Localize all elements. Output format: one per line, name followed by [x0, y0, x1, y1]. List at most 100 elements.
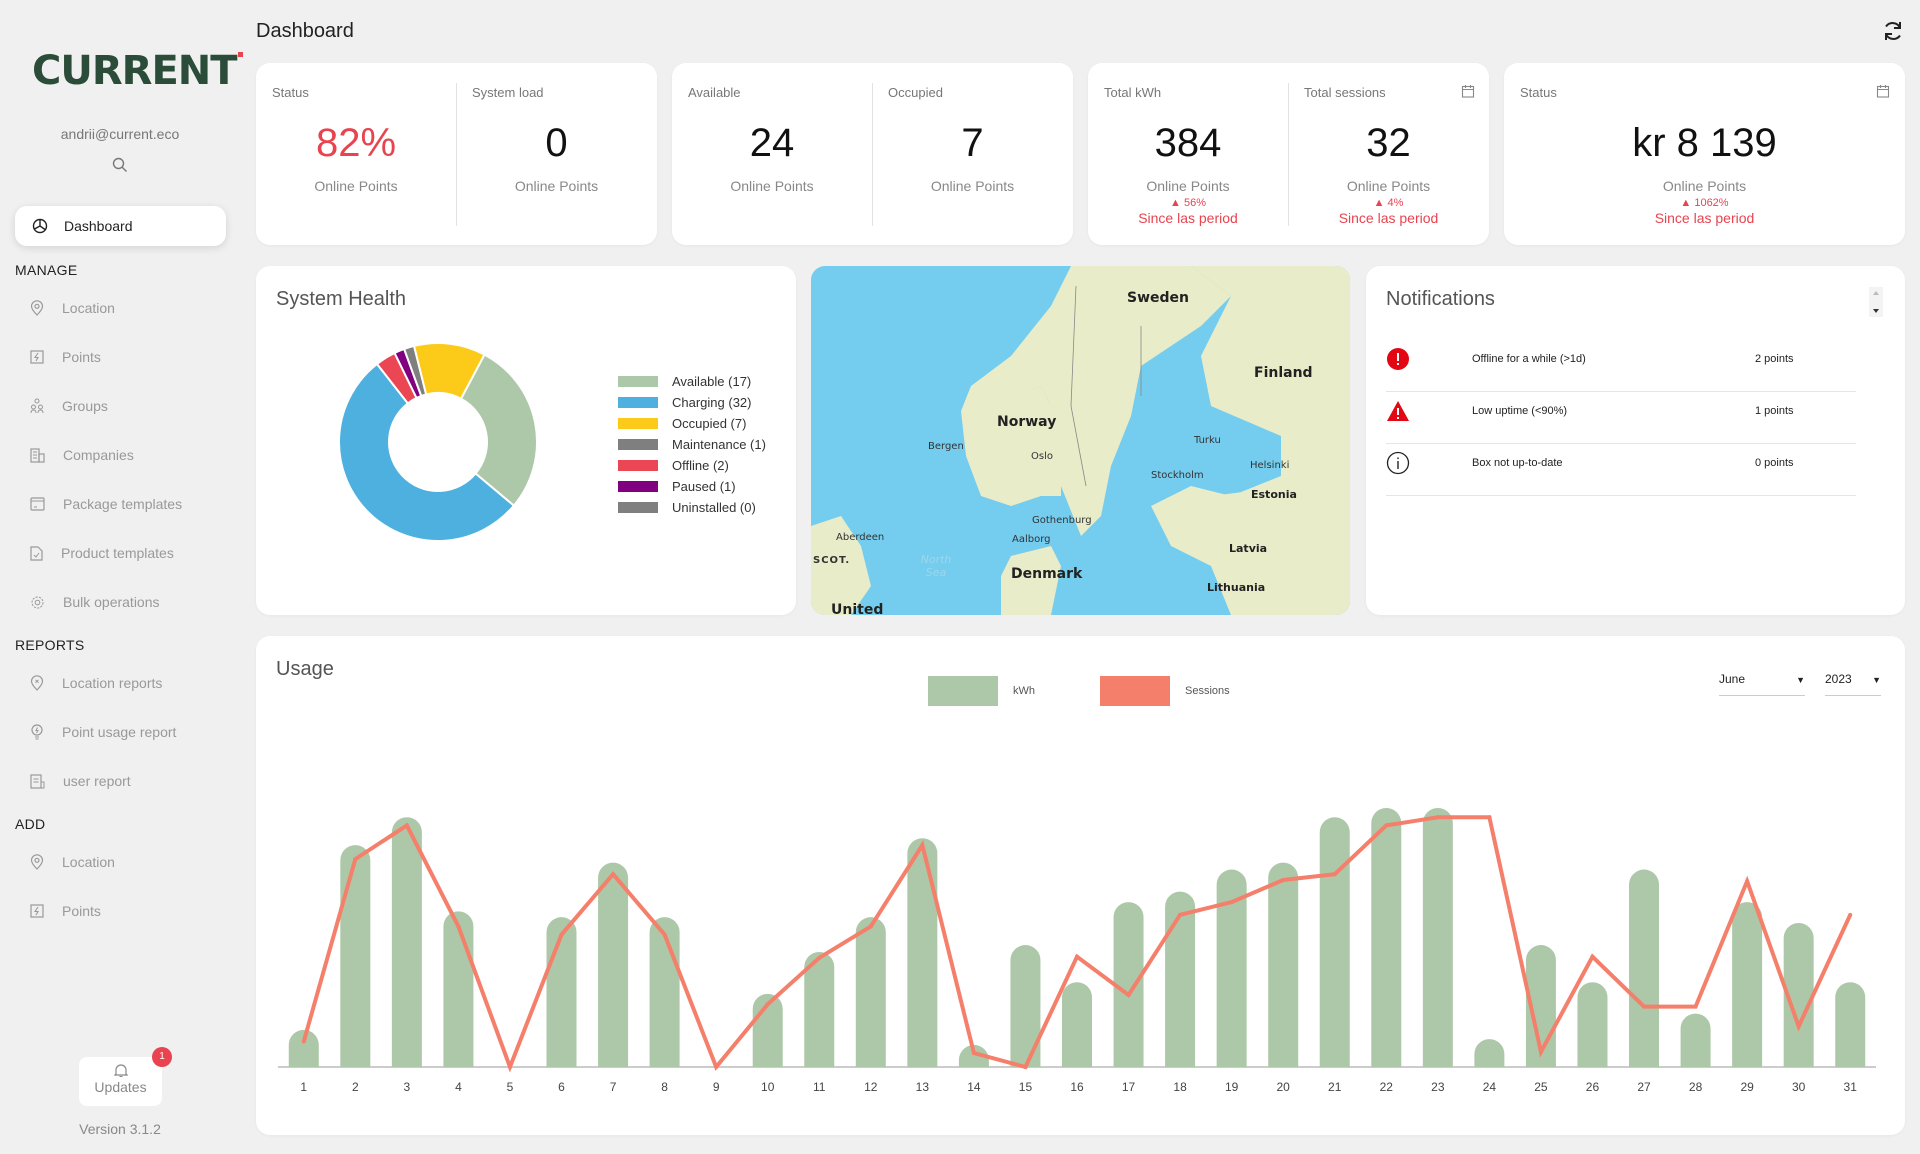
bar-kwh[interactable]: [1474, 1039, 1505, 1067]
bar-kwh[interactable]: [907, 838, 938, 1067]
section-add: ADD: [15, 816, 46, 832]
bar-kwh[interactable]: [1113, 902, 1144, 1067]
sidebar-item-point-usage-report[interactable]: Point usage report: [30, 720, 176, 744]
stat-sub: Online Points: [1662, 178, 1747, 194]
point-sessions[interactable]: [559, 932, 564, 937]
point-sessions[interactable]: [920, 843, 925, 848]
legend-item[interactable]: Paused (1): [618, 478, 736, 494]
point-sessions[interactable]: [1693, 1004, 1698, 1009]
year-select[interactable]: 2023 ▼: [1825, 672, 1881, 696]
month-select[interactable]: June ▼: [1719, 672, 1805, 696]
legend-item[interactable]: Offline (2): [618, 457, 729, 473]
point-sessions[interactable]: [662, 932, 667, 937]
bar-kwh[interactable]: [855, 917, 886, 1067]
legend-item[interactable]: Available (17): [618, 373, 751, 389]
bar-kwh[interactable]: [340, 845, 371, 1067]
sidebar-item-groups[interactable]: Groups: [30, 394, 108, 418]
sidebar-item-add-location[interactable]: Location: [30, 850, 115, 874]
point-sessions[interactable]: [353, 857, 358, 862]
x-tick-label: 27: [1637, 1080, 1651, 1094]
bar-kwh[interactable]: [1732, 902, 1763, 1067]
search-icon[interactable]: [112, 157, 128, 173]
point-sessions[interactable]: [611, 872, 616, 877]
sidebar-item-points[interactable]: Points: [30, 345, 101, 369]
sidebar-item-bulk-operations[interactable]: Bulk operations: [30, 590, 160, 614]
point-sessions[interactable]: [714, 1065, 719, 1069]
legend-item[interactable]: Maintenance (1): [618, 436, 766, 452]
point-sessions[interactable]: [1229, 900, 1234, 905]
bar-kwh[interactable]: [1422, 808, 1453, 1067]
point-sessions[interactable]: [1075, 954, 1079, 959]
legend-item[interactable]: Occupied (7): [618, 415, 746, 431]
point-sessions[interactable]: [971, 1051, 976, 1056]
point-sessions[interactable]: [817, 955, 822, 960]
bar-kwh[interactable]: [1577, 982, 1608, 1067]
legend-item[interactable]: Uninstalled (0): [618, 499, 756, 515]
notification-row[interactable]: Offline for a while (>1d) 2 points: [1386, 340, 1856, 392]
bar-kwh[interactable]: [1319, 817, 1350, 1067]
refresh-icon[interactable]: [1881, 19, 1905, 43]
bar-kwh[interactable]: [598, 862, 629, 1067]
bar-kwh[interactable]: [1680, 1013, 1711, 1067]
point-sessions[interactable]: [507, 1065, 512, 1069]
legend-swatch: [618, 417, 658, 429]
point-sessions[interactable]: [456, 924, 461, 929]
point-sessions[interactable]: [1435, 815, 1440, 820]
point-sessions[interactable]: [1487, 815, 1492, 820]
pie-chart-icon: [32, 218, 48, 234]
point-sessions[interactable]: [1384, 823, 1389, 828]
sidebar-item-dashboard[interactable]: Dashboard: [15, 206, 226, 246]
sidebar-item-add-points[interactable]: Points: [30, 899, 101, 923]
x-tick-label: 6: [558, 1080, 565, 1094]
sidebar-item-label: Package templates: [63, 496, 183, 512]
legend-label: Offline (2): [672, 457, 729, 473]
point-sessions[interactable]: [1745, 879, 1750, 884]
sidebar-item-companies[interactable]: Companies: [30, 443, 134, 467]
point-sessions[interactable]: [1796, 1024, 1801, 1029]
scroll-up-icon[interactable]: [1873, 291, 1879, 295]
notifications-scroller[interactable]: [1869, 287, 1883, 317]
point-sessions[interactable]: [1848, 912, 1853, 917]
notification-row[interactable]: Low uptime (<90%) 1 points: [1386, 392, 1856, 444]
point-sessions[interactable]: [1178, 912, 1183, 917]
bar-kwh[interactable]: [391, 817, 422, 1067]
notification-row[interactable]: Box not up-to-date 0 points: [1386, 444, 1856, 496]
point-sessions[interactable]: [404, 823, 409, 828]
brand-logo[interactable]: CURRENT: [32, 48, 243, 94]
point-sessions[interactable]: [301, 1039, 306, 1044]
point-sessions[interactable]: [1281, 878, 1286, 883]
calendar-icon[interactable]: [1461, 84, 1475, 98]
bar-kwh[interactable]: [1268, 862, 1299, 1067]
bar-kwh[interactable]: [1629, 869, 1660, 1067]
bar-kwh[interactable]: [1371, 808, 1402, 1067]
point-sessions[interactable]: [1538, 1049, 1543, 1054]
updates-button[interactable]: Updates: [79, 1057, 162, 1106]
sidebar-item-location-reports[interactable]: Location reports: [30, 671, 162, 695]
bar-kwh[interactable]: [1835, 982, 1866, 1067]
point-sessions[interactable]: [1642, 1004, 1647, 1009]
location-pin-icon: [30, 300, 44, 316]
card-title: Notifications: [1386, 288, 1495, 310]
point-sessions[interactable]: [1023, 1065, 1028, 1069]
point-sessions[interactable]: [765, 1002, 770, 1007]
sidebar-item-label: user report: [63, 773, 131, 789]
legend-label: Paused (1): [672, 478, 736, 494]
sidebar-item-package-templates[interactable]: Package templates: [30, 492, 182, 516]
sidebar-item-product-templates[interactable]: Product templates: [30, 541, 174, 565]
scroll-down-icon[interactable]: [1873, 309, 1879, 313]
sidebar-item-label: Bulk operations: [63, 594, 160, 610]
bar-kwh[interactable]: [443, 911, 474, 1067]
sidebar-item-user-report[interactable]: user report: [30, 769, 131, 793]
point-sessions[interactable]: [868, 924, 873, 929]
point-sessions[interactable]: [1126, 992, 1131, 997]
sidebar-item-location[interactable]: Location: [30, 296, 115, 320]
point-sessions[interactable]: [1590, 954, 1595, 959]
point-sessions[interactable]: [1332, 872, 1337, 877]
x-tick-label: 22: [1380, 1080, 1394, 1094]
calendar-icon[interactable]: [1876, 84, 1890, 98]
bar-kwh[interactable]: [1062, 982, 1092, 1067]
map-view[interactable]: Sweden Finland Norway Estonia Latvia Lit…: [811, 266, 1350, 615]
legend-label: Occupied (7): [672, 415, 747, 431]
location-pin-icon: [30, 854, 44, 870]
legend-item[interactable]: Charging (32): [618, 394, 752, 410]
